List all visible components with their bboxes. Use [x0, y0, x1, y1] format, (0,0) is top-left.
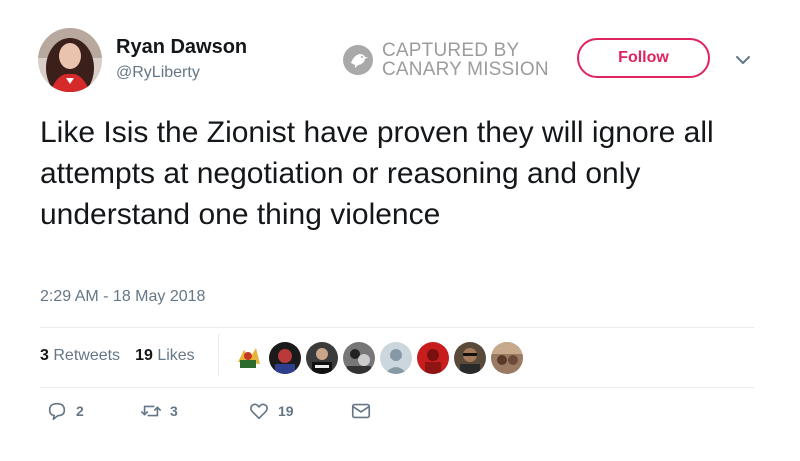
likes-stat[interactable]: 19 Likes [135, 347, 195, 365]
user-handle[interactable]: @RyLiberty [116, 64, 200, 82]
tweet-text: Like Isis the Zionist have proven they w… [40, 116, 714, 231]
chevron-down-icon[interactable] [733, 50, 753, 70]
watermark-line-2: CANARY MISSION [382, 59, 549, 80]
reply-button[interactable]: 2 [46, 400, 84, 422]
divider [40, 327, 754, 328]
follow-button[interactable]: Follow [577, 38, 710, 78]
canary-mission-logo [343, 45, 373, 75]
watermark-line-1: CAPTURED BY [382, 40, 520, 61]
like-button[interactable]: 19 [248, 400, 294, 422]
liker-avatar[interactable] [230, 340, 266, 376]
retweet-icon [141, 405, 161, 417]
retweets-stat-label: Retweets [53, 347, 121, 364]
retweet-count: 3 [170, 403, 178, 419]
retweets-stat-count: 3 [40, 347, 49, 364]
reply-count: 2 [76, 403, 84, 419]
liker-avatar[interactable] [341, 340, 377, 376]
reply-icon [48, 402, 66, 421]
liker-avatar[interactable] [378, 340, 414, 376]
liker-avatar[interactable] [489, 340, 525, 376]
retweets-stat[interactable]: 3 Retweets [40, 347, 120, 365]
retweet-button[interactable]: 3 [140, 400, 178, 422]
liker-avatar[interactable] [304, 340, 340, 376]
tweet-timestamp[interactable]: 2:29 AM - 18 May 2018 [40, 288, 205, 306]
canary-mission-watermark: CAPTURED BY CANARY MISSION [342, 38, 549, 82]
engagement-stats: 3 Retweets 19 Likes [40, 343, 195, 369]
message-icon [351, 403, 371, 419]
heart-icon [250, 403, 268, 420]
liker-avatar[interactable] [267, 340, 303, 376]
like-count: 19 [278, 403, 294, 419]
liker-avatar[interactable] [452, 340, 488, 376]
direct-message-button[interactable] [350, 400, 372, 422]
user-name[interactable]: Ryan Dawson [116, 36, 247, 59]
liker-avatar[interactable] [415, 340, 451, 376]
likes-stat-label: Likes [157, 347, 195, 364]
divider [40, 387, 754, 388]
avatar[interactable] [38, 28, 102, 92]
likes-stat-count: 19 [135, 347, 153, 364]
tweet-card: Ryan Dawson @RyLiberty CAPTURED BY CANAR… [0, 0, 800, 461]
stats-separator [218, 334, 219, 376]
